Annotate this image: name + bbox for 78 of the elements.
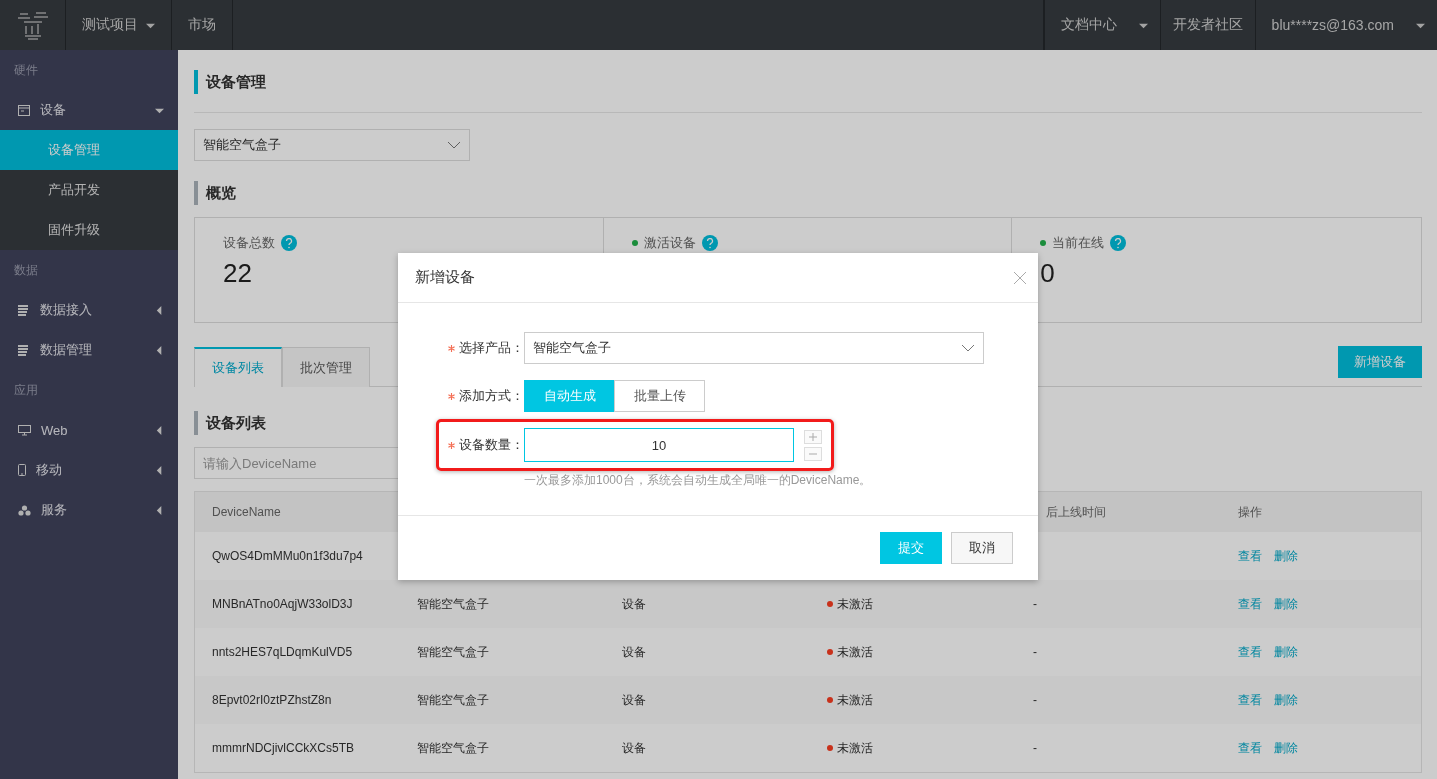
phone-icon — [18, 464, 26, 476]
sidebar-item[interactable]: 设备 — [0, 90, 178, 130]
table-cell-text: - — [1032, 741, 1038, 755]
table-cell-text: 智能空气盒子 — [416, 691, 490, 709]
table-cell-text: nnts2HES7qLDqmKulVD5 — [211, 645, 354, 659]
required-icon — [448, 392, 455, 400]
help-icon[interactable] — [701, 235, 718, 251]
field-label: 选择产品： — [459, 339, 524, 357]
sidebar-item[interactable]: 移动 — [0, 450, 178, 490]
section-title: 概览 — [194, 181, 1422, 205]
column-header: 后上线时间 — [1045, 503, 1107, 521]
status-dot — [1040, 240, 1047, 246]
field-hint: 一次最多添加1000台，系统会自动生成全局唯一的DeviceName。 — [524, 472, 873, 489]
page-title: 设备管理 — [194, 70, 1422, 94]
chevron-down-icon — [961, 344, 975, 352]
sidebar-item[interactable]: 数据接入 — [0, 290, 178, 330]
dialog-title: 新增设备 — [415, 268, 475, 287]
cancel-button[interactable]: 取消 — [951, 532, 1013, 564]
table-cell-text: - — [1032, 645, 1038, 659]
table-cell-text: 设备 — [621, 739, 647, 757]
window-icon — [18, 104, 30, 116]
column-header: 操作 — [1237, 503, 1263, 521]
minus-icon[interactable] — [804, 446, 822, 461]
sidebar-subitem[interactable]: 固件升级 — [0, 210, 178, 250]
help-icon[interactable] — [1110, 235, 1127, 251]
table-cell-text: 8Epvt02rI0ztPZhstZ8n — [211, 693, 333, 707]
table-cell-text: 智能空气盒子 — [416, 739, 490, 757]
status-text: 未激活 — [837, 691, 873, 709]
server-icon — [18, 344, 30, 356]
cluster-icon — [18, 504, 31, 516]
field-label: 添加方式： — [459, 387, 524, 405]
status-text: 未激活 — [837, 595, 873, 613]
sidebar-item[interactable]: Web — [0, 410, 178, 450]
product-select[interactable]: 智能空气盒子 — [524, 332, 984, 364]
plus-icon[interactable] — [804, 429, 822, 444]
status-dot — [631, 240, 638, 246]
mode-option[interactable]: 批量上传 — [614, 380, 705, 412]
sidebar-section-label: 硬件 — [13, 61, 39, 79]
sidebar-item[interactable]: 服务 — [0, 490, 178, 530]
table-cell-text: MNBnATno0AqjW33olD3J — [211, 597, 354, 611]
caret-left-icon — [155, 305, 164, 315]
monitor-icon — [18, 424, 31, 436]
sidebar-section-label: 应用 — [13, 381, 39, 399]
stat-label: 设备总数 — [223, 234, 275, 252]
caret-left-icon — [155, 465, 164, 475]
caret-left-icon — [155, 425, 164, 435]
stat-value: 22 — [223, 258, 252, 289]
caret-left-icon — [155, 345, 164, 355]
sidebar-subitem[interactable]: 产品开发 — [0, 170, 178, 210]
chevron-down-icon — [447, 141, 461, 149]
required-icon — [448, 344, 455, 352]
quantity-field[interactable]: 10 — [524, 428, 794, 462]
table-cell-text: - — [1032, 597, 1038, 611]
field-label: 设备数量： — [459, 436, 524, 454]
server-icon — [18, 304, 30, 316]
table-cell-text: 智能空气盒子 — [416, 595, 490, 613]
stat-label: 当前在线 — [1052, 234, 1105, 252]
tab[interactable]: 批次管理 — [282, 347, 370, 387]
logo-icon — [15, 10, 50, 40]
stat-label: 激活设备 — [643, 234, 696, 252]
sidebar-item[interactable]: 数据管理 — [0, 330, 178, 370]
caret-left-icon — [155, 505, 164, 515]
product-select[interactable]: 智能空气盒子 — [194, 129, 470, 161]
status-text: 未激活 — [837, 643, 873, 661]
table-cell-text: 设备 — [621, 691, 647, 709]
stat-value: 0 — [1040, 258, 1055, 289]
table-cell-text: - — [1032, 693, 1038, 707]
help-icon[interactable] — [281, 235, 297, 251]
sidebar-section-label: 数据 — [13, 261, 39, 279]
column-header: DeviceName — [211, 505, 282, 519]
table-cell-text: 智能空气盒子 — [416, 643, 490, 661]
table-cell-text: 设备 — [621, 643, 647, 661]
required-icon — [448, 441, 455, 449]
table-cell-text: QwOS4DmMMu0n1f3du7p4 — [211, 549, 364, 563]
close-icon[interactable] — [1014, 271, 1026, 284]
table-cell-text: 设备 — [621, 595, 647, 613]
status-text: 未激活 — [837, 739, 873, 757]
table-cell-text: mmmrNDCjivlCCkXCs5TB — [211, 741, 355, 755]
